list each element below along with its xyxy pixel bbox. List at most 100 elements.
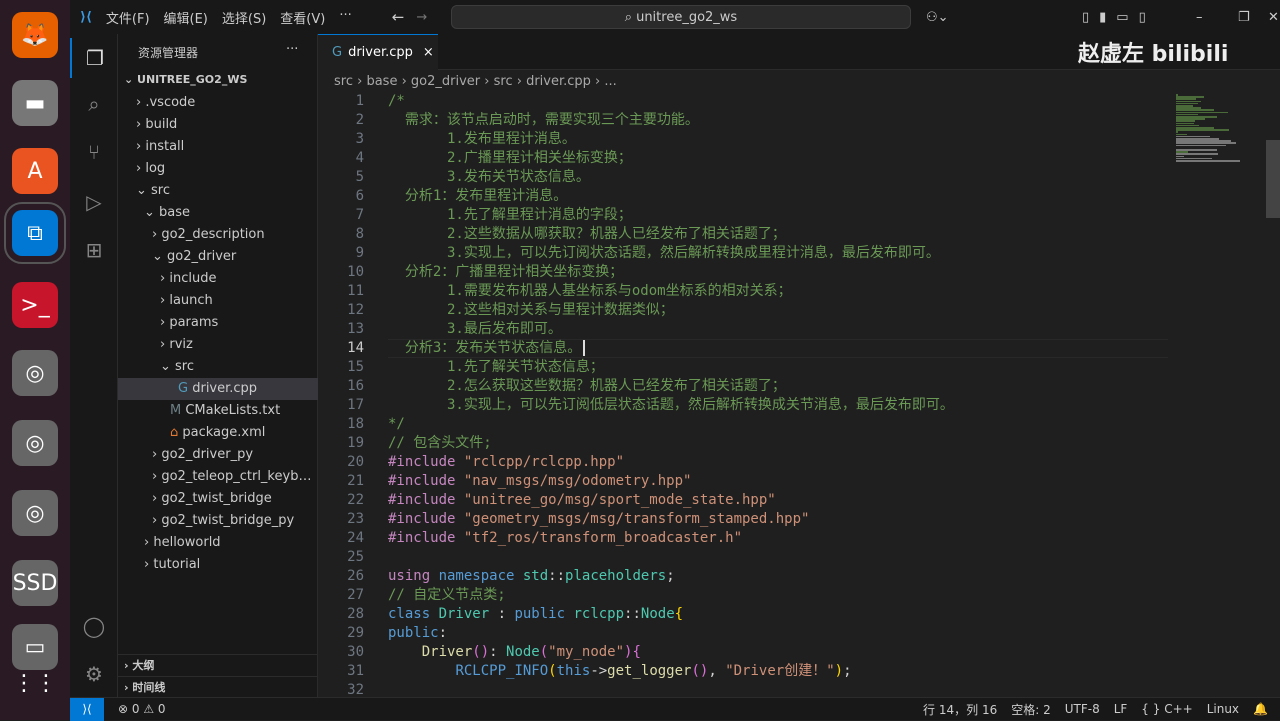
tree-item-label: build xyxy=(145,117,178,132)
chevron-right-icon: › xyxy=(136,117,146,132)
forward-icon[interactable]: → xyxy=(416,10,427,25)
tree-item-label: base xyxy=(159,205,191,220)
breadcrumb-item[interactable]: go2_driver xyxy=(411,74,480,89)
app-center-icon[interactable]: A xyxy=(12,148,58,194)
tree-item-label: package.xml xyxy=(182,425,266,440)
tab-driver-cpp[interactable]: G driver.cpp × xyxy=(318,34,438,70)
source-control-icon[interactable]: ⑂ xyxy=(70,132,118,172)
cursor-position[interactable]: 行 14，列 16 xyxy=(923,701,997,718)
platform[interactable]: Linux xyxy=(1207,702,1239,716)
tree-item[interactable]: › go2_driver_py xyxy=(118,444,318,466)
tree-item[interactable]: › go2_twist_bridge_py xyxy=(118,510,318,532)
terminal-icon[interactable]: >_ xyxy=(12,282,58,328)
tree-item-label: src xyxy=(175,359,195,374)
tree-item[interactable]: › go2_teleop_ctrl_keyboard xyxy=(118,466,318,488)
code-line: 3.发布关节状态信息。 xyxy=(388,168,590,187)
tree-item[interactable]: › launch xyxy=(118,290,318,312)
layout-controls[interactable]: ▯▮▭▯ xyxy=(1082,10,1156,25)
remote-icon[interactable]: ⟩⟨ xyxy=(70,697,104,721)
vscode-icon[interactable]: ⧉ xyxy=(4,202,66,264)
code-token: :: xyxy=(624,606,641,622)
tree-item[interactable]: ⌂ package.xml xyxy=(118,422,318,444)
tree-item[interactable]: › go2_twist_bridge xyxy=(118,488,318,510)
tree-item[interactable]: › rviz xyxy=(118,334,318,356)
menu-item[interactable]: ··· xyxy=(339,8,351,27)
copilot-icon[interactable]: ⚇⌄ xyxy=(926,10,949,25)
code-editor[interactable]: 1/* 2 需求：该节点启动时，需要实现三个主要功能。 3 1.发布里程计消息。 4 … xyxy=(318,92,1168,697)
code-token: : xyxy=(489,644,507,660)
settings-gear-icon[interactable]: ⚙ xyxy=(70,654,118,694)
end-of-line[interactable]: LF xyxy=(1114,702,1128,716)
breadcrumb-item[interactable]: ... xyxy=(604,74,616,89)
tree-item[interactable]: ⌄ src xyxy=(118,180,318,202)
workspace-root[interactable]: ⌄ UNITREE_GO2_WS xyxy=(118,69,318,91)
tree-item[interactable]: ⌄ src xyxy=(118,356,318,378)
breadcrumb-item[interactable]: driver.cpp xyxy=(526,74,591,89)
breadcrumb-item[interactable]: src xyxy=(494,74,513,89)
language-mode[interactable]: { } C++ xyxy=(1141,702,1192,716)
files-icon[interactable]: ▬ xyxy=(12,80,58,126)
code-token: namespace xyxy=(438,568,523,584)
maximize-button[interactable]: ❐ xyxy=(1238,10,1250,25)
timeline-section[interactable]: › 时间线 xyxy=(118,676,318,698)
notifications-icon[interactable]: 🔔 xyxy=(1253,702,1268,716)
ssd-icon[interactable]: SSD xyxy=(12,560,58,606)
menu-item[interactable]: 查看(V) xyxy=(280,8,325,27)
code-line: #include "tf2_ros/transform_broadcaster.… xyxy=(388,529,742,548)
minimize-button[interactable]: – xyxy=(1196,10,1203,25)
chevron-down-icon: ⌄ xyxy=(136,183,152,198)
indentation[interactable]: 空格: 2 xyxy=(1011,701,1051,718)
code-token: Driver xyxy=(438,606,490,622)
tree-item[interactable]: › params xyxy=(118,312,318,334)
extensions-icon[interactable]: ⊞ xyxy=(70,230,118,270)
tree-item[interactable]: G driver.cpp xyxy=(118,378,318,400)
vertical-scrollbar[interactable] xyxy=(1266,92,1280,697)
code-token: "rclcpp/rclcpp.hpp" xyxy=(463,454,625,470)
minimap[interactable] xyxy=(1170,92,1266,697)
tree-item[interactable]: › build xyxy=(118,114,318,136)
code-token: () xyxy=(472,644,490,660)
line-number: 2 xyxy=(355,112,364,128)
tree-item[interactable]: ⌄ base xyxy=(118,202,318,224)
tree-item[interactable]: › include xyxy=(118,268,318,290)
account-icon[interactable]: ◯ xyxy=(70,606,118,646)
menu-item[interactable]: 文件(F) xyxy=(106,8,150,27)
code-token: 1.先了解里程计消息的字段； xyxy=(388,207,632,223)
disk-icon[interactable]: ◎ xyxy=(12,420,58,466)
search-icon[interactable]: ⌕ xyxy=(70,84,118,124)
tree-item[interactable]: › .vscode xyxy=(118,92,318,114)
code-token: Node xyxy=(506,644,540,660)
show-apps-icon[interactable]: ⋮⋮ xyxy=(12,660,58,706)
command-center-search[interactable]: ⌕ unitree_go2_ws xyxy=(451,5,911,29)
tree-item-label: launch xyxy=(169,293,213,308)
problems-indicator[interactable]: ⊗ 0 ⚠ 0 xyxy=(118,702,166,716)
close-button[interactable]: ✕ xyxy=(1268,10,1279,25)
encoding[interactable]: UTF-8 xyxy=(1065,702,1100,716)
code-token: */ xyxy=(388,416,405,432)
disk-icon[interactable]: ◎ xyxy=(12,490,58,536)
breadcrumb-item[interactable]: base xyxy=(366,74,397,89)
tree-item[interactable]: › install xyxy=(118,136,318,158)
firefox-icon[interactable]: 🦊 xyxy=(12,12,58,58)
menu-item[interactable]: 选择(S) xyxy=(222,8,266,27)
code-token: ) xyxy=(834,663,844,679)
tree-item[interactable]: M CMakeLists.txt xyxy=(118,400,318,422)
run-debug-icon[interactable]: ▷ xyxy=(70,182,118,222)
outline-section[interactable]: › 大纲 xyxy=(118,654,318,676)
code-token: 2.这些相对关系与里程计数据类似； xyxy=(388,302,674,318)
tree-item[interactable]: › helloworld xyxy=(118,532,318,554)
tree-item[interactable]: › go2_description xyxy=(118,224,318,246)
explorer-icon[interactable]: ❐ xyxy=(70,38,118,78)
explorer-more-button[interactable]: ··· xyxy=(286,42,298,57)
tree-item[interactable]: › log xyxy=(118,158,318,180)
tree-item[interactable]: › tutorial xyxy=(118,554,318,576)
back-icon[interactable]: ← xyxy=(392,8,405,26)
code-token: #include xyxy=(388,530,464,546)
title-bar: ⟩⟨ 文件(F) 编辑(E) 选择(S) 查看(V) ··· ← → ⌕ unitree_… xyxy=(70,0,1280,34)
disk-icon[interactable]: ◎ xyxy=(12,350,58,396)
breadcrumb-item[interactable]: src xyxy=(334,74,353,89)
tree-item[interactable]: ⌄ go2_driver xyxy=(118,246,318,268)
tree-item-label: log xyxy=(145,161,166,176)
close-tab-icon[interactable]: × xyxy=(423,45,434,60)
menu-item[interactable]: 编辑(E) xyxy=(164,8,208,27)
